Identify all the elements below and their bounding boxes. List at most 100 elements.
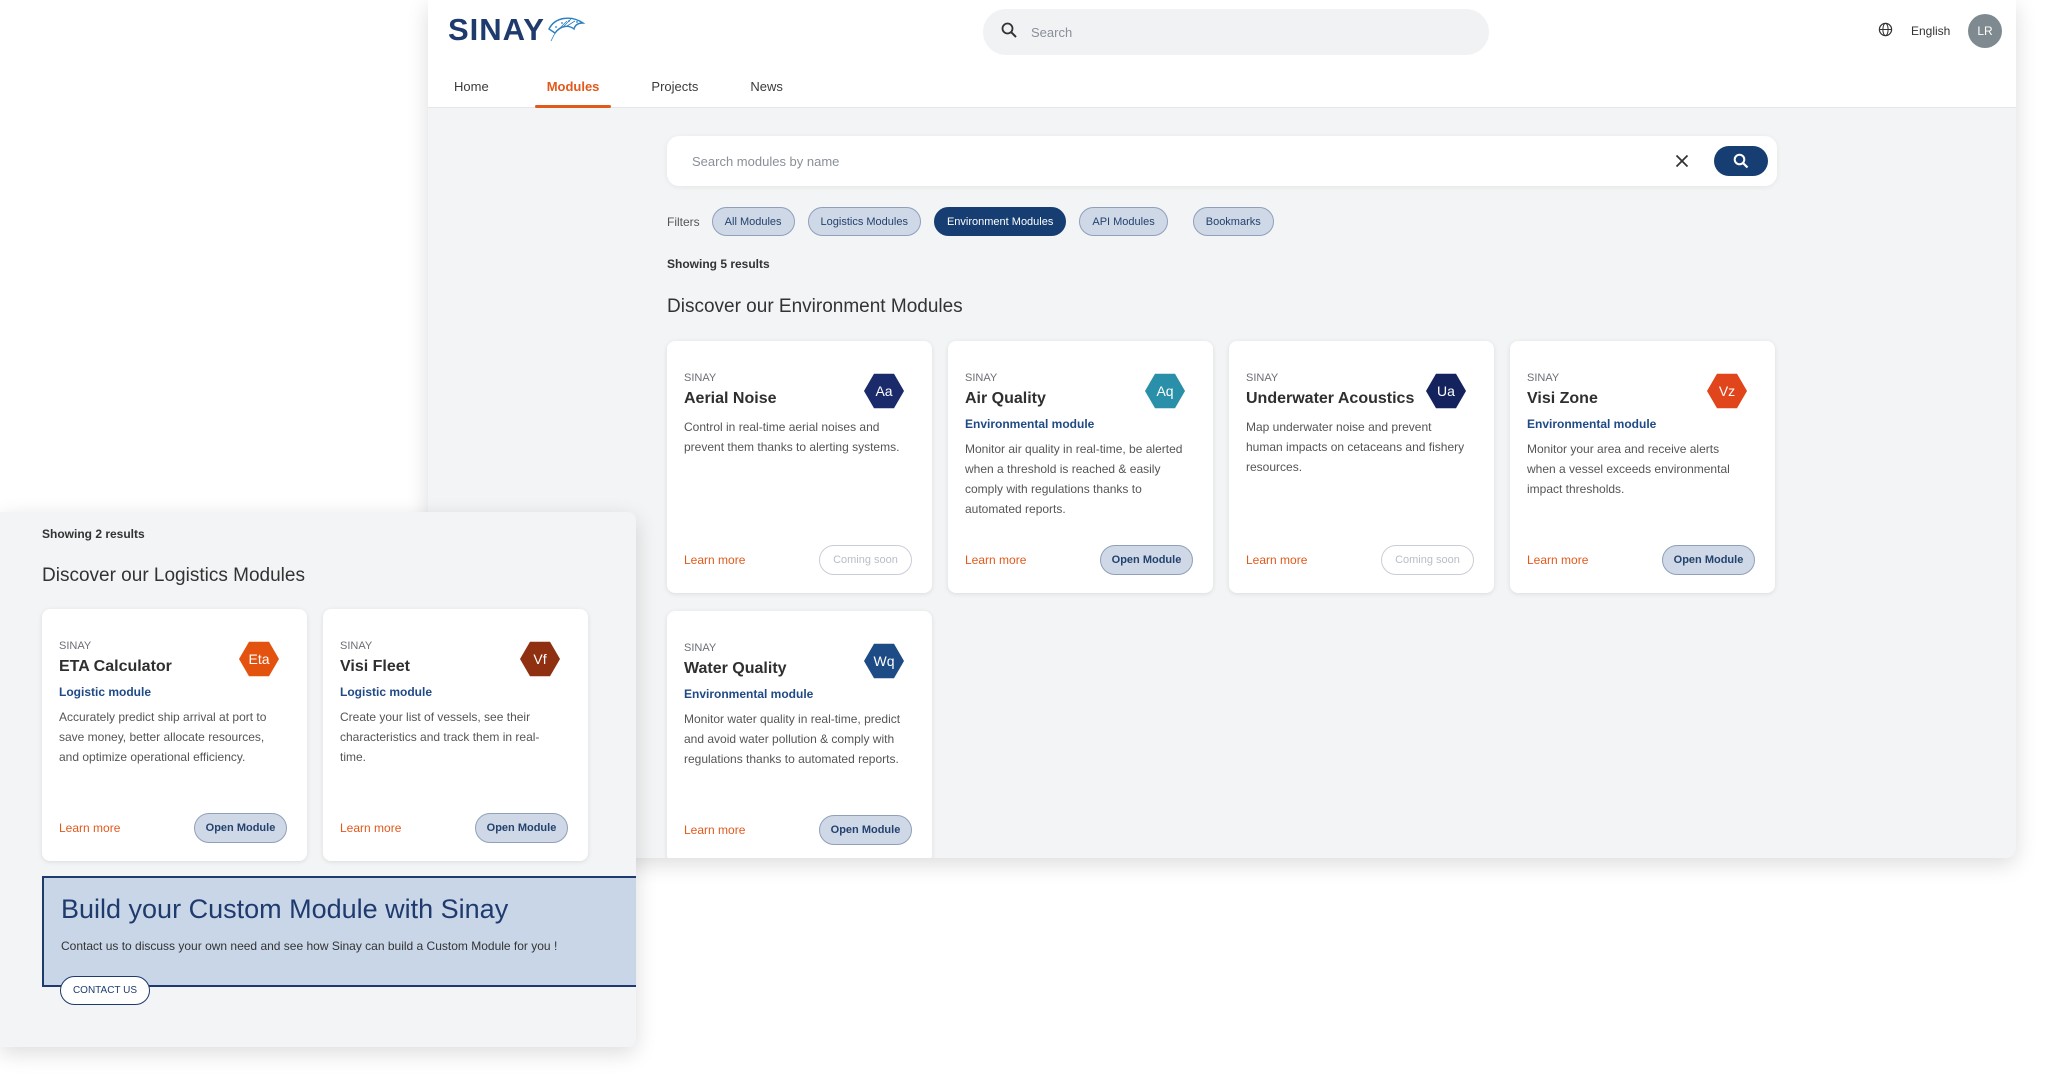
card-description-line: regulations thanks to automated reports. — [684, 752, 899, 766]
main-window: SINAY English LR Home Modu — [428, 0, 2016, 858]
card-description-line: Monitor water quality in real-time, pred… — [684, 712, 901, 726]
global-search-bar[interactable] — [983, 9, 1489, 55]
module-code: Wq — [873, 653, 895, 669]
filter-chip-api[interactable]: API Modules — [1079, 207, 1168, 236]
card-description-line: impact thresholds. — [1527, 482, 1625, 496]
nav-news[interactable]: News — [750, 70, 783, 108]
module-hex-icon: Wq — [864, 641, 904, 681]
learn-more-link[interactable]: Learn more — [965, 553, 1026, 567]
card-description-line: Control in real-time aerial noises and — [684, 420, 880, 434]
card-description-line: and optimize operational efficiency. — [59, 750, 246, 764]
module-hex-icon: Aa — [864, 371, 904, 411]
module-code: Vf — [533, 651, 547, 667]
card-type: Environmental module — [1527, 417, 1657, 431]
custom-module-description: Contact us to discuss your own need and … — [61, 939, 558, 953]
filter-chip-logistics[interactable]: Logistics Modules — [807, 207, 921, 236]
card-brand: SINAY — [1246, 372, 1279, 384]
module-code: Eta — [248, 651, 270, 667]
search-icon — [1001, 22, 1017, 43]
module-card-air-quality: SINAY Air Quality Environmental module Moni… — [948, 341, 1213, 593]
nav-projects[interactable]: Projects — [651, 70, 698, 108]
module-search-button[interactable] — [1714, 146, 1768, 176]
card-title: Underwater Acoustics — [1246, 390, 1415, 407]
dolphin-logo-icon — [547, 11, 587, 50]
module-card-aerial-noise: SINAY Aerial Noise Control in real-time ae… — [667, 341, 932, 593]
global-search-input[interactable] — [1029, 23, 1449, 41]
learn-more-link[interactable]: Learn more — [340, 821, 401, 835]
clear-search-button[interactable] — [1670, 149, 1694, 173]
card-description-line: and avoid water pollution & comply with — [684, 732, 895, 746]
logistics-overlay-window: Showing 2 results Discover our Logistics… — [0, 512, 636, 1047]
open-module-button[interactable]: Open Module — [1662, 545, 1755, 575]
card-brand: SINAY — [340, 640, 373, 652]
card-brand: SINAY — [684, 372, 717, 384]
section-title: Discover our Logistics Modules — [42, 565, 305, 586]
card-description: Accurately predict ship arrival at port … — [59, 707, 297, 767]
card-brand: SINAY — [1527, 372, 1560, 384]
card-title: Visi Fleet — [340, 658, 410, 675]
card-description: Control in real-time aerial noises and pr… — [684, 417, 922, 457]
filter-chip-bookmarks[interactable]: Bookmarks — [1192, 207, 1274, 236]
card-description-line: when a threshold is reached & easily — [965, 462, 1161, 476]
learn-more-link[interactable]: Learn more — [1246, 553, 1307, 567]
avatar[interactable]: LR — [1968, 14, 2002, 48]
coming-soon-button: Coming soon — [1381, 545, 1474, 575]
module-search-bar[interactable] — [667, 136, 1777, 186]
card-description: Monitor air quality in real-time, be ale… — [965, 439, 1203, 519]
learn-more-link[interactable]: Learn more — [1527, 553, 1588, 567]
coming-soon-button: Coming soon — [819, 545, 912, 575]
learn-more-link[interactable]: Learn more — [59, 821, 120, 835]
contact-us-button[interactable]: CONTACT US — [60, 976, 150, 1005]
card-description-line: save money, better allocate resources, — [59, 730, 265, 744]
card-title: Visi Zone — [1527, 390, 1598, 407]
card-title: Aerial Noise — [684, 390, 777, 407]
card-description: Create your list of vessels, see their ch… — [340, 707, 578, 767]
card-description-line: automated reports. — [965, 502, 1066, 516]
card-brand: SINAY — [965, 372, 998, 384]
card-description-line: Create your list of vessels, see their — [340, 710, 531, 724]
open-module-button[interactable]: Open Module — [194, 813, 287, 843]
module-hex-icon: Vf — [520, 639, 560, 679]
card-brand: SINAY — [59, 640, 92, 652]
card-description-line: human impacts on cetaceans and fishery — [1246, 440, 1465, 454]
top-bar: SINAY English LR Home Modu — [428, 0, 2016, 108]
module-search-input[interactable] — [690, 152, 1670, 170]
card-title: ETA Calculator — [59, 658, 172, 675]
open-module-button[interactable]: Open Module — [819, 815, 912, 845]
module-code: Ua — [1437, 383, 1455, 399]
language-label: English — [1911, 24, 1951, 38]
results-count: Showing 2 results — [42, 527, 145, 541]
card-description: Monitor your area and receive alerts when… — [1527, 439, 1765, 499]
main-nav: Home Modules Projects News — [428, 70, 783, 108]
module-hex-icon: Vz — [1707, 371, 1747, 411]
open-module-button[interactable]: Open Module — [475, 813, 568, 843]
card-type: Logistic module — [340, 685, 433, 699]
card-type: Environmental module — [965, 417, 1095, 431]
section-title: Discover our Environment Modules — [667, 296, 963, 317]
sinay-logo[interactable]: SINAY — [448, 8, 587, 52]
module-card-water-quality: SINAY Water Quality Environmental module Mo… — [667, 611, 932, 858]
language-selector[interactable]: English — [1878, 22, 1950, 40]
module-code: Aa — [875, 383, 893, 399]
card-type: Environmental module — [684, 687, 814, 701]
nav-modules[interactable]: Modules — [534, 70, 612, 108]
filters-label: Filters — [667, 214, 700, 229]
card-description: Monitor water quality in real-time, pred… — [684, 709, 922, 769]
open-module-button[interactable]: Open Module — [1100, 545, 1193, 575]
card-description-line: comply with regulations thanks to — [965, 482, 1142, 496]
logo-text: SINAY — [448, 12, 545, 47]
card-description-line: Accurately predict ship arrival at port … — [59, 710, 267, 724]
filter-chip-all[interactable]: All Modules — [711, 207, 795, 236]
globe-icon — [1878, 22, 1893, 40]
learn-more-link[interactable]: Learn more — [684, 823, 745, 837]
module-hex-icon: Ua — [1426, 371, 1466, 411]
card-brand: SINAY — [684, 642, 717, 654]
filter-chip-environment[interactable]: Environment Modules — [933, 207, 1067, 236]
module-code: Vz — [1718, 383, 1736, 399]
card-description-line: when a vessel exceeds environmental — [1527, 462, 1730, 476]
nav-home[interactable]: Home — [454, 70, 489, 108]
learn-more-link[interactable]: Learn more — [684, 553, 745, 567]
module-card-eta-calculator: SINAY ETA Calculator Logistic module Accura… — [42, 609, 307, 861]
card-description-line: resources. — [1246, 460, 1303, 474]
card-description: Map underwater noise and prevent human im… — [1246, 417, 1484, 477]
